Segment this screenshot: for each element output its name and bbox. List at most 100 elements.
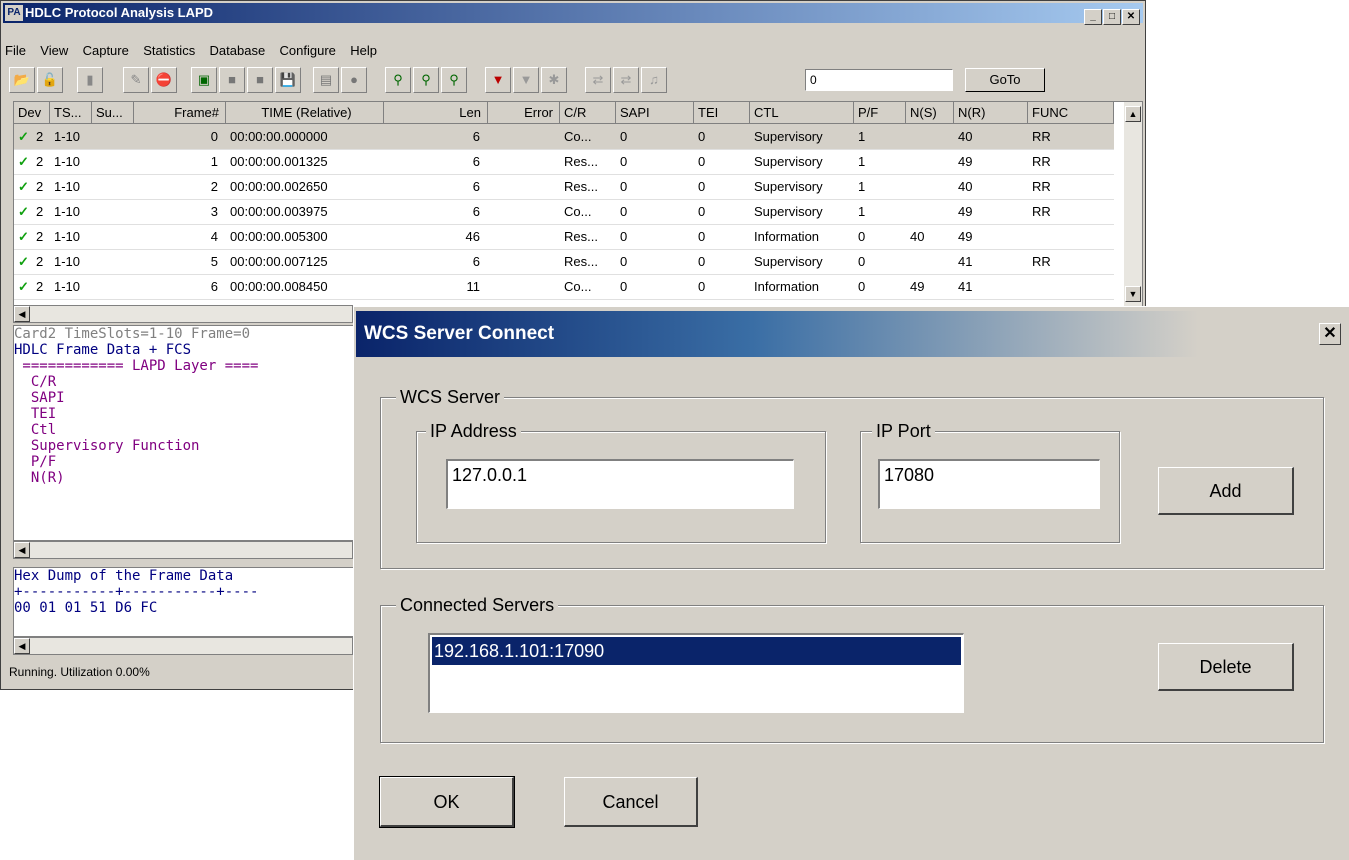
set-filter-icon[interactable]: ▼ [485, 67, 511, 93]
scroll-down-icon[interactable]: ▼ [1125, 286, 1141, 302]
cell-ts: 1-10 [54, 254, 81, 269]
filter-icon[interactable]: ▼ [513, 67, 539, 93]
checkmark-icon: ✓ [18, 179, 29, 194]
find-icon[interactable]: ⚲ [385, 67, 411, 93]
menu-view[interactable]: View [40, 43, 68, 58]
list-item[interactable]: 192.168.1.101:17090 [431, 636, 962, 666]
table-row[interactable]: ✓ 2 1-10 5 00:00:00.007125 6 Res... 0 0 Superviso… [14, 249, 1114, 275]
col-su[interactable]: Su... [92, 102, 134, 124]
col-func[interactable]: FUNC [1028, 102, 1114, 124]
app-icon: PA [5, 5, 23, 21]
cell-len: 46 [465, 229, 480, 244]
minimize-button[interactable]: _ [1084, 9, 1102, 25]
table-row[interactable]: ✓ 2 1-10 3 00:00:00.003975 6 Co... 0 0 Supervisor… [14, 199, 1114, 225]
decode-icon[interactable]: ⇄ [613, 67, 639, 93]
ip-address-input[interactable]: 127.0.0.1 [446, 459, 794, 509]
menu-configure[interactable]: Configure [280, 43, 336, 58]
maximize-button[interactable]: □ [1103, 9, 1121, 25]
pda-icon[interactable]: ♫ [641, 67, 667, 93]
cell-error [488, 124, 560, 149]
decode-line: ============ LAPD Layer ==== [14, 358, 259, 374]
cell-frame: 0 [210, 129, 218, 144]
cell-len: 6 [472, 129, 480, 144]
clear-filter-icon[interactable]: ✱ [541, 67, 567, 93]
col-len[interactable]: Len [384, 102, 488, 124]
col-dev[interactable]: Dev [14, 102, 50, 124]
cell-pf: 1 [858, 154, 866, 169]
scroll-left-icon[interactable]: ◀ [14, 542, 30, 558]
col-ns[interactable]: N(S) [906, 102, 954, 124]
cell-func: RR [1032, 129, 1051, 144]
col-nr[interactable]: N(R) [954, 102, 1028, 124]
edit-icon[interactable]: ✎ [123, 67, 149, 93]
decode-horizontal-scrollbar[interactable]: ◀ [13, 541, 353, 559]
table-row[interactable]: ✓ 2 1-10 2 00:00:00.002650 6 Res... 0 0 Superviso… [14, 174, 1114, 200]
col-tei[interactable]: TEI [694, 102, 750, 124]
cell-cr: Co... [564, 129, 592, 144]
col-ctl[interactable]: CTL [750, 102, 854, 124]
col-error[interactable]: Error [488, 102, 560, 124]
cell-frame: 2 [210, 179, 218, 194]
cell-ts: 1-10 [54, 179, 81, 194]
menu-file[interactable]: File [5, 43, 26, 58]
decode-line: TEI [14, 406, 57, 422]
table-row[interactable]: ✓ 2 1-10 6 00:00:00.008450 11 Co... 0 0 Informati… [14, 274, 1114, 300]
cell-sapi: 0 [620, 279, 628, 294]
add-button[interactable]: Add [1158, 467, 1294, 515]
cell-pf: 0 [858, 279, 866, 294]
table-horizontal-scrollbar[interactable]: ◀ [13, 305, 353, 323]
cell-cr: Co... [564, 279, 592, 294]
find-prev-icon[interactable]: ⚲ [441, 67, 467, 93]
cell-pf: 0 [858, 229, 866, 244]
unlock-icon[interactable]: 🔓 [37, 67, 63, 93]
col-pf[interactable]: P/F [854, 102, 906, 124]
print-icon[interactable]: ■ [247, 67, 273, 93]
table-row[interactable]: ✓ 2 1-10 1 00:00:00.001325 6 Res... 0 0 Superviso… [14, 149, 1114, 175]
capture-icon[interactable]: ▣ [191, 67, 217, 93]
table-icon[interactable]: ▤ [313, 67, 339, 93]
cell-frame: 6 [210, 279, 218, 294]
col-cr[interactable]: C/R [560, 102, 616, 124]
menu-help[interactable]: Help [350, 43, 377, 58]
cell-cr: Co... [564, 204, 592, 219]
goto-frame-input[interactable]: 0 [805, 69, 953, 91]
cell-nr: 49 [958, 229, 973, 244]
connected-servers-list[interactable]: 192.168.1.101:17090 [428, 633, 964, 713]
menu-database[interactable]: Database [210, 43, 266, 58]
table-vertical-scrollbar[interactable]: ▲ ▼ [1124, 102, 1142, 306]
cell-tei: 0 [698, 154, 706, 169]
goto-button[interactable]: GoTo [965, 68, 1045, 92]
find-next-icon[interactable]: ⚲ [413, 67, 439, 93]
menu-capture[interactable]: Capture [83, 43, 129, 58]
record-icon[interactable]: ● [341, 67, 367, 93]
scroll-left-icon[interactable]: ◀ [14, 638, 30, 654]
buffer-icon[interactable]: ■ [219, 67, 245, 93]
ip-port-input[interactable]: 17080 [878, 459, 1100, 509]
cell-tei: 0 [698, 179, 706, 194]
config-icon[interactable]: ▮ [77, 67, 103, 93]
col-ts[interactable]: TS... [50, 102, 92, 124]
cell-ctl: Supervisory [754, 129, 823, 144]
ok-button[interactable]: OK [379, 776, 515, 828]
cell-ns [906, 124, 954, 149]
col-frame[interactable]: Frame# [134, 102, 226, 124]
scroll-left-icon[interactable]: ◀ [14, 306, 30, 322]
close-button[interactable]: ✕ [1122, 9, 1140, 25]
cancel-button[interactable]: Cancel [564, 777, 698, 827]
col-sapi[interactable]: SAPI [616, 102, 694, 124]
cell-su [92, 124, 134, 149]
call-trace-icon[interactable]: ⇄ [585, 67, 611, 93]
col-time[interactable]: TIME (Relative) [226, 102, 384, 124]
delete-button[interactable]: Delete [1158, 643, 1294, 691]
menu-statistics[interactable]: Statistics [143, 43, 195, 58]
checkmark-icon: ✓ [18, 279, 29, 294]
scroll-up-icon[interactable]: ▲ [1125, 106, 1141, 122]
open-folder-icon[interactable]: 📂 [9, 67, 35, 93]
dialog-close-button[interactable]: ✕ [1319, 323, 1341, 345]
hex-horizontal-scrollbar[interactable]: ◀ [13, 637, 353, 655]
table-row[interactable]: ✓ 2 1-10 4 00:00:00.005300 46 Res... 0 0 Informat… [14, 224, 1114, 250]
save-icon[interactable]: 💾 [275, 67, 301, 93]
toolbar: 📂 🔓 ▮ ✎ ⛔ ▣ ■ ■ 💾 ▤ ● ⚲ ⚲ ⚲ ▼ ▼ ✱ ⇄ ⇄ ♫ … [5, 65, 1143, 95]
table-row[interactable]: ✓ 2 1-10 0 00:00:00.000000 6 Co... 0 0 Supervisor… [14, 124, 1114, 150]
stop-icon[interactable]: ⛔ [151, 67, 177, 93]
